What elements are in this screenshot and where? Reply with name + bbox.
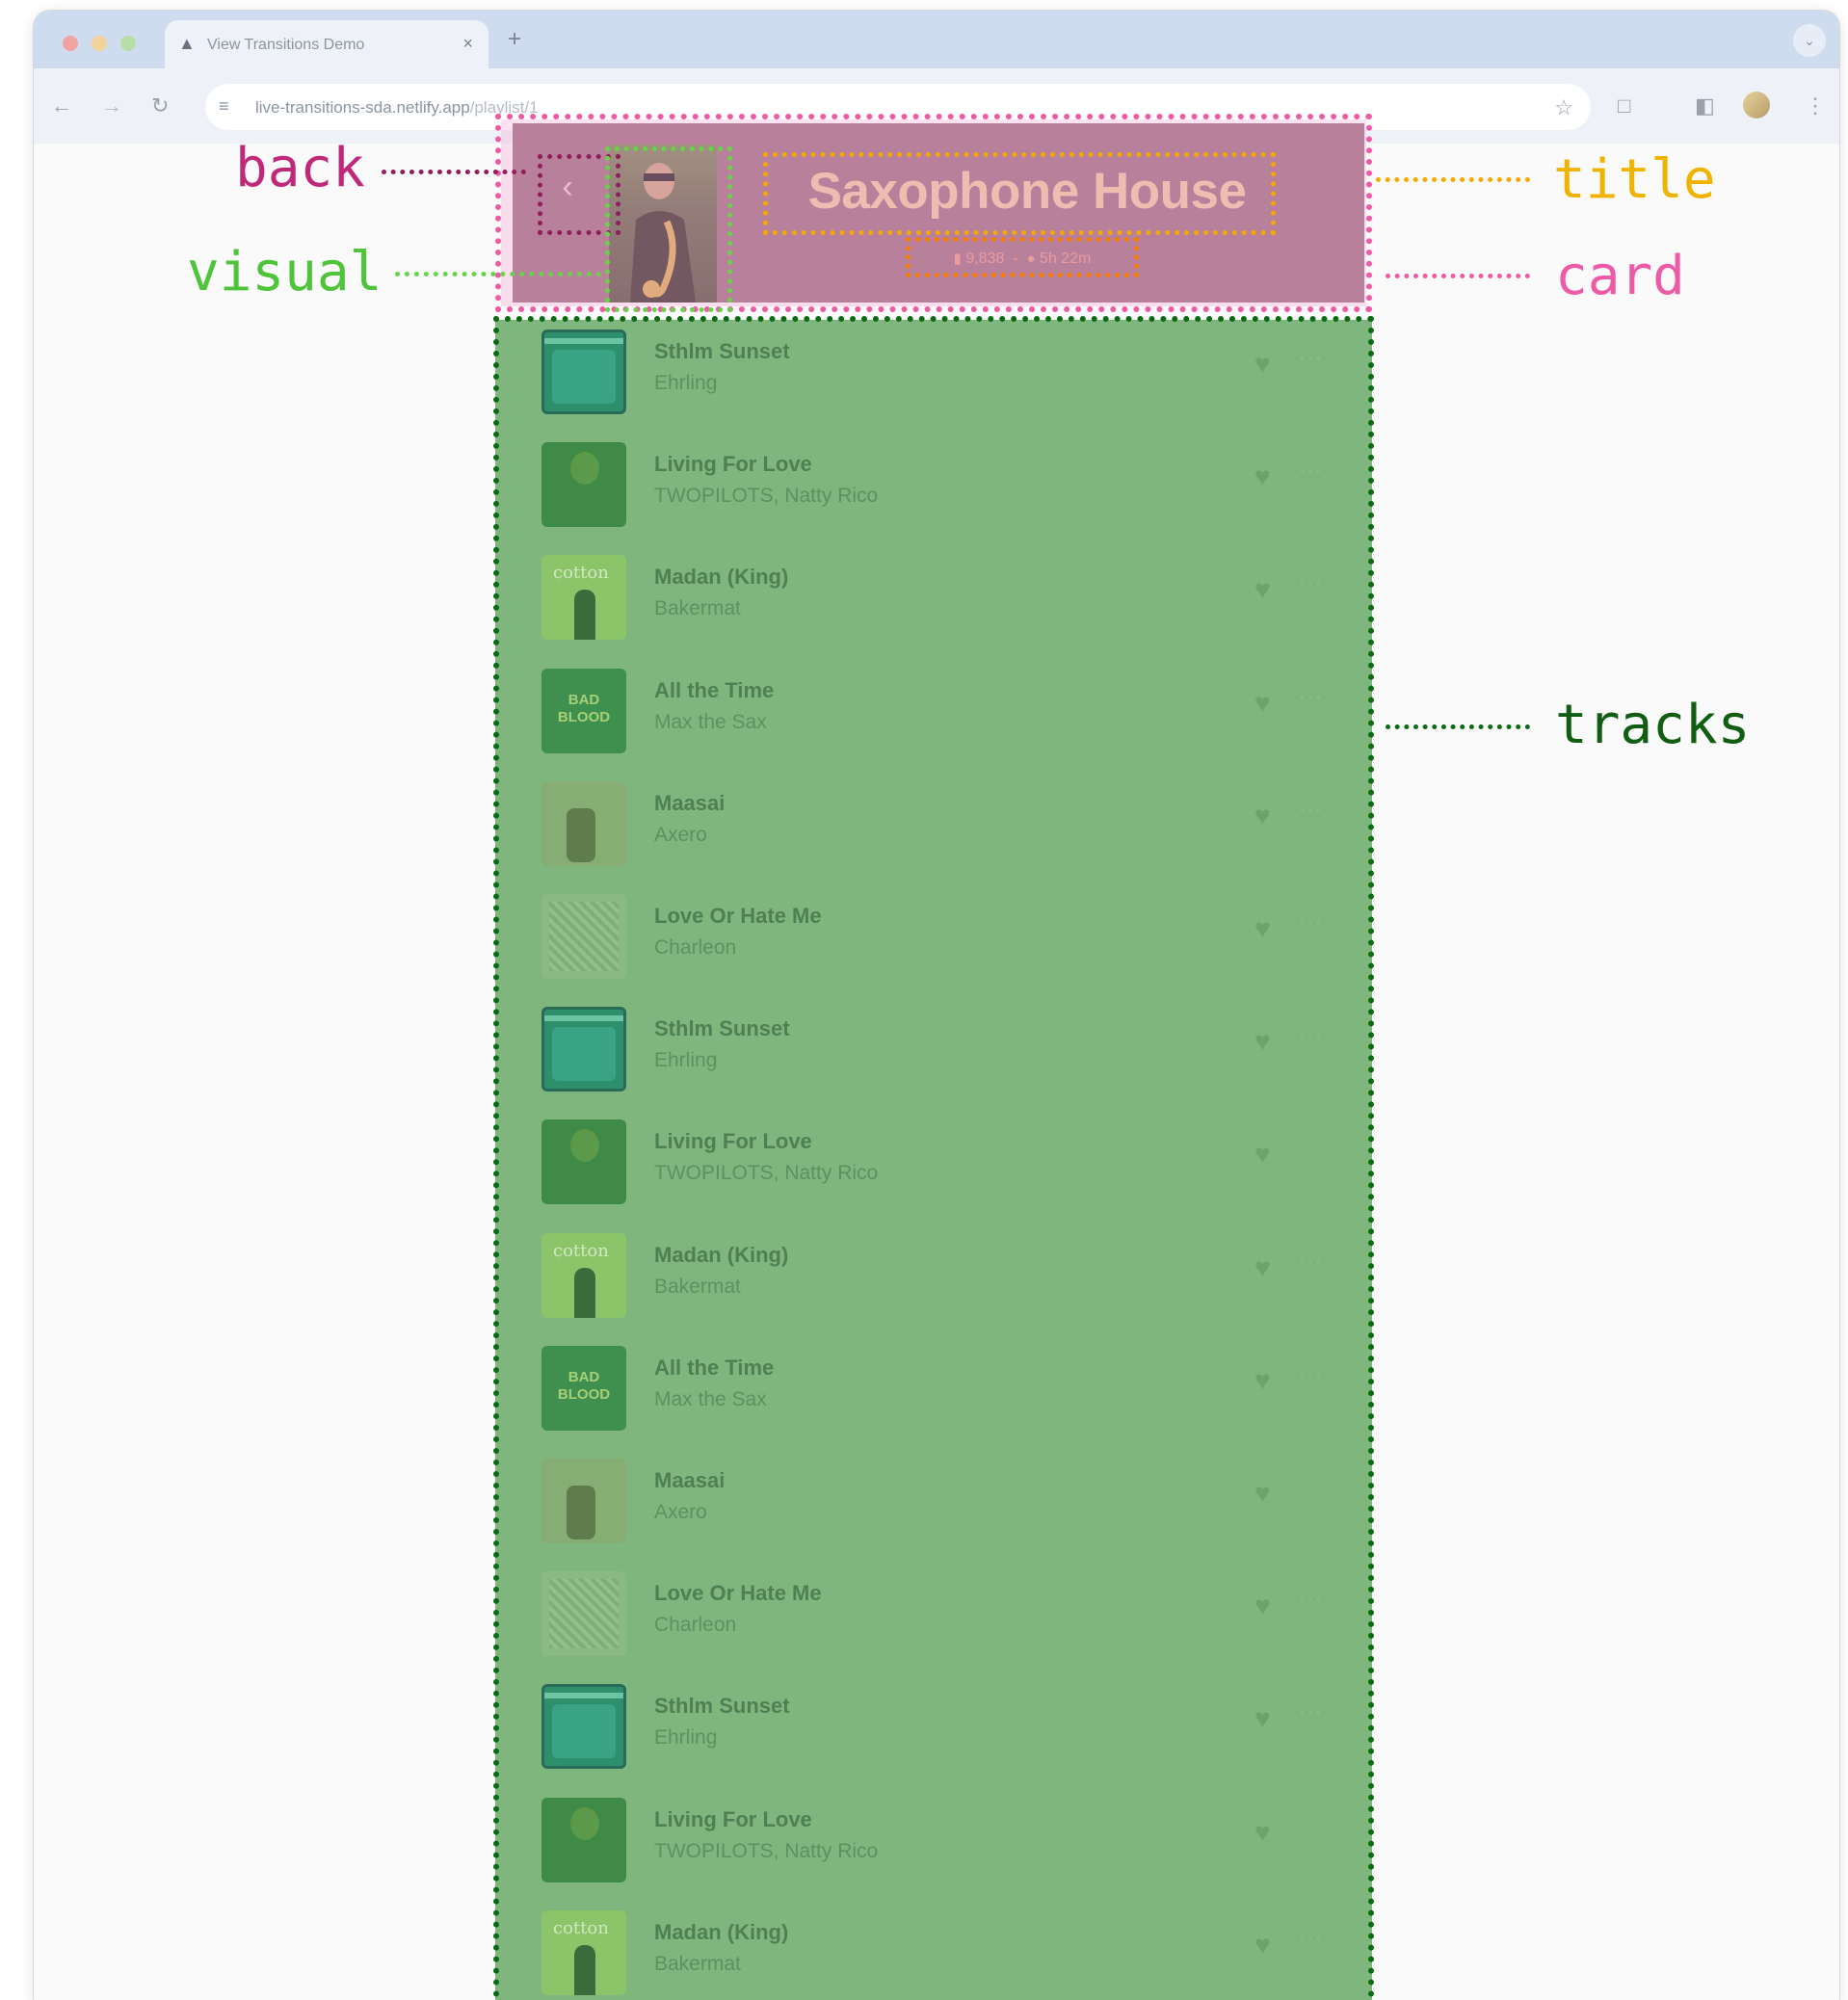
tracks-leader-line: [1386, 724, 1530, 729]
minimize-window-button[interactable]: [92, 36, 107, 51]
close-window-button[interactable]: [63, 36, 78, 51]
visual-leader-line: [395, 272, 601, 276]
side-panel-icon[interactable]: ◧: [1695, 93, 1715, 118]
back-arrow-icon[interactable]: ←: [51, 93, 72, 118]
tab-title: View Transitions Demo: [207, 37, 365, 53]
title-leader-line: [1376, 177, 1530, 182]
annotation-label-tracks: tracks: [1555, 694, 1751, 756]
visual-annotation-box: [605, 146, 732, 312]
site-settings-icon[interactable]: ≡: [219, 96, 229, 117]
tab-strip: ▲ View Transitions Demo × + ⌄: [34, 11, 1839, 68]
card-leader-line: [1386, 274, 1530, 278]
tab-search-button[interactable]: ⌄: [1793, 24, 1826, 57]
annotation-label-visual: visual: [187, 241, 383, 303]
annotation-label-title: title: [1553, 148, 1716, 211]
close-tab-icon[interactable]: ×: [462, 34, 473, 54]
new-tab-button[interactable]: +: [508, 26, 521, 53]
forward-arrow-icon[interactable]: →: [101, 93, 122, 118]
menu-kebab-icon[interactable]: ⋮: [1805, 93, 1826, 118]
bookmark-star-icon[interactable]: ☆: [1554, 95, 1573, 120]
tab-view-transitions-demo[interactable]: ▲ View Transitions Demo ×: [165, 20, 488, 68]
annotation-label-back: back: [235, 137, 365, 199]
meta-annotation-box: [906, 237, 1139, 277]
profile-avatar[interactable]: [1743, 92, 1770, 118]
title-annotation-box: [763, 152, 1276, 235]
extensions-icon[interactable]: □: [1618, 93, 1630, 118]
url-host: live-transitions-sda.netlify.app: [255, 98, 470, 117]
maximize-window-button[interactable]: [120, 36, 136, 51]
favicon-icon: ▲: [178, 34, 196, 53]
annotation-label-card: card: [1555, 245, 1685, 307]
back-leader-line: [382, 170, 526, 174]
reload-icon[interactable]: ↻: [151, 93, 169, 118]
tracks-annotation-box: [493, 316, 1374, 2000]
